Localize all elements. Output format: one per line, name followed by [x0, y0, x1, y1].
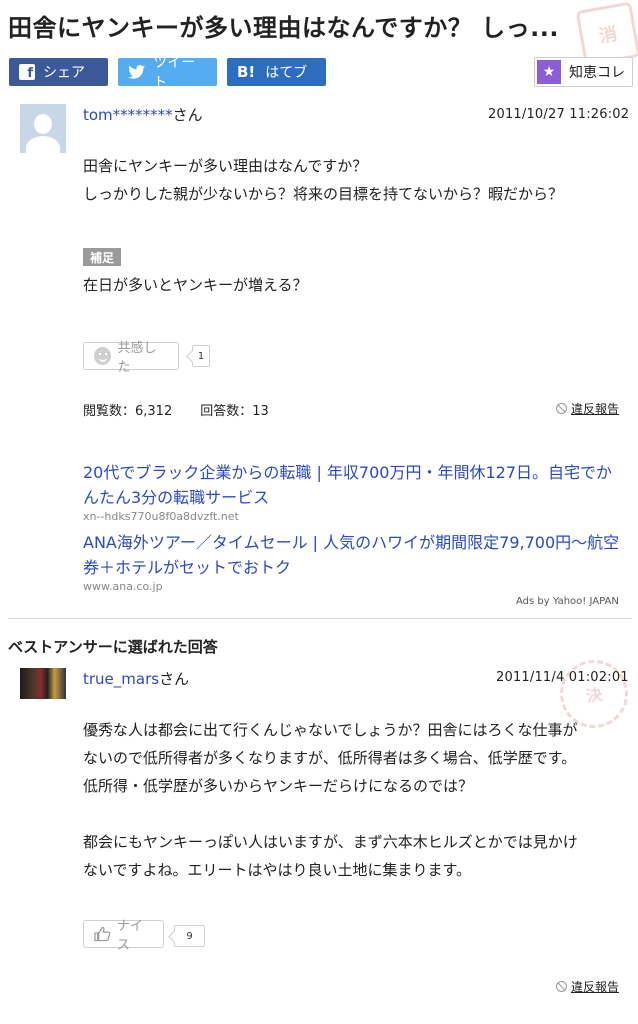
answer-date: 2011/11/4 01:02:01	[496, 670, 629, 685]
supplement-badge: 補足	[83, 248, 121, 266]
chie-collection-button[interactable]: ★ 知恵コレ	[534, 57, 633, 87]
answerer-name: true_marsさん	[83, 670, 190, 688]
answerer-avatar[interactable]	[20, 668, 66, 699]
prohibited-icon	[556, 981, 567, 992]
question-report-link[interactable]: 違反報告	[556, 400, 619, 417]
section-divider	[8, 618, 632, 619]
nice-button[interactable]: ナイス	[83, 919, 164, 953]
empathy-button[interactable]: 共感した	[83, 341, 179, 375]
facebook-share-label: シェア	[43, 65, 85, 81]
facebook-share-button[interactable]: f シェア	[9, 58, 108, 86]
empathy-label: 共感した	[117, 341, 157, 375]
question-date: 2011/10/27 11:26:02	[488, 107, 630, 122]
question-body: 田舎にヤンキーが多い理由はなんですか？ しっかりした親が少ないから？将来の目標を…	[83, 157, 564, 203]
thumbs-up-icon	[94, 926, 111, 942]
ads-attribution: Ads by Yahoo! JAPAN	[516, 596, 619, 607]
share-bar: f シェア ツイート B! はてブ	[9, 55, 326, 91]
ad-item[interactable]: ANA海外ツアー／タイムセール | 人気のハワイが期間限定79,700円〜航空券…	[83, 530, 623, 593]
facebook-icon: f	[19, 64, 35, 80]
nice-count: 9	[174, 925, 205, 947]
star-icon: ★	[537, 60, 561, 84]
answerer-link[interactable]: true_mars	[83, 670, 159, 688]
chie-collection-label: 知恵コレ	[569, 65, 625, 81]
answer-body: 優秀な人は都会に出て行くんじゃないでしょうか？田舎にはろくな仕事が ないので低所…	[83, 721, 578, 879]
answers-count: 回答数：13	[200, 404, 269, 419]
questioner-avatar[interactable]	[20, 104, 66, 153]
supplement-text: 在日が多いとヤンキーが増える？	[83, 276, 308, 294]
ad-url: xn--hdks770u8f0a8dvzft.net	[83, 510, 239, 523]
hatena-share-label: はてブ	[265, 65, 308, 81]
views-count: 閲覧数：6,312	[83, 404, 173, 419]
page-title: 田舎にヤンキーが多い理由はなんですか？ しっ...	[8, 14, 560, 42]
hatena-bookmark-button[interactable]: B! はてブ	[227, 58, 326, 86]
hatena-icon: B!	[237, 63, 256, 81]
smile-icon	[94, 347, 112, 365]
ad-url: www.ana.co.jp	[83, 580, 163, 593]
ad-title-link[interactable]: ANA海外ツアー／タイムセール | 人気のハワイが期間限定79,700円〜航空券…	[83, 530, 623, 580]
questioner-name: tom********さん	[83, 106, 203, 124]
best-answer-heading: ベストアンサーに選ばれた回答	[8, 638, 218, 656]
twitter-share-label: ツイート	[153, 55, 196, 91]
nice-label: ナイス	[116, 919, 143, 953]
ad-title-link[interactable]: 20代でブラック企業からの転職 | 年収700万円・年間休127日。自宅でかんた…	[83, 460, 623, 510]
twitter-share-button[interactable]: ツイート	[118, 55, 217, 91]
answer-report-link[interactable]: 違反報告	[556, 978, 619, 995]
question-stats: 閲覧数：6,312 回答数：13	[83, 400, 269, 419]
twitter-bird-icon	[128, 65, 146, 79]
questioner-link[interactable]: tom********	[83, 106, 173, 124]
empathy-count: 1	[192, 345, 210, 367]
ad-item[interactable]: 20代でブラック企業からの転職 | 年収700万円・年間休127日。自宅でかんた…	[83, 460, 623, 523]
prohibited-icon	[556, 403, 567, 414]
